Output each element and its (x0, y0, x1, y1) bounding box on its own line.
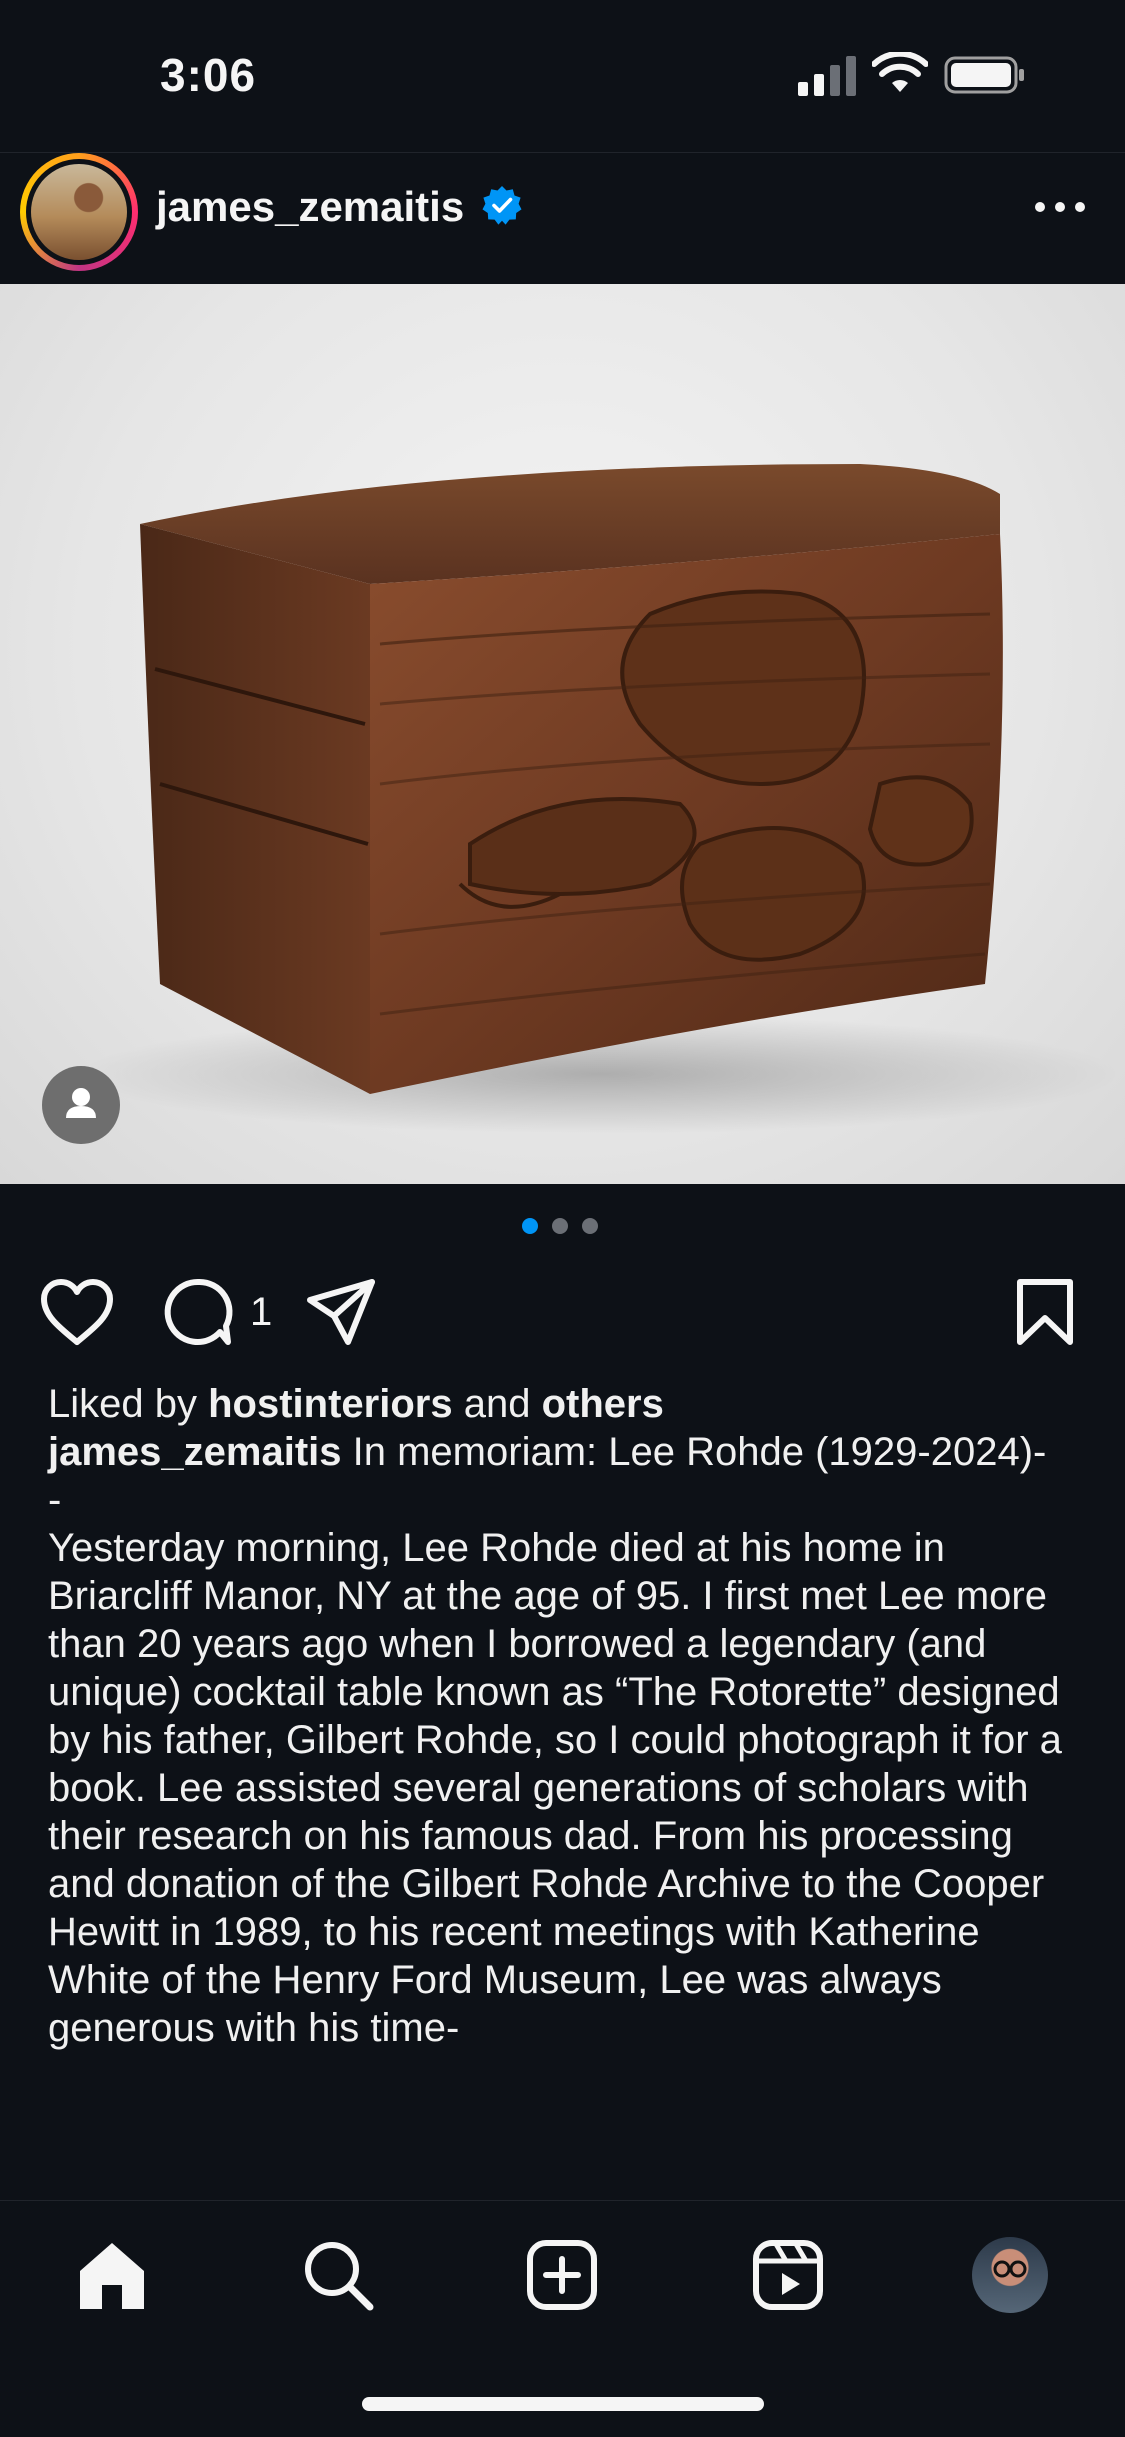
bottom-tab-bar (0, 2200, 1125, 2437)
carousel-dot (552, 1218, 568, 1234)
tagged-people-button[interactable] (42, 1066, 120, 1144)
status-time: 3:06 (160, 49, 257, 101)
liked-by-prefix: Liked by (48, 1382, 197, 1426)
liked-by-others[interactable]: others (542, 1382, 664, 1426)
comment-icon[interactable] (162, 1276, 234, 1348)
share-icon[interactable] (306, 1278, 376, 1348)
author-avatar[interactable] (20, 153, 138, 271)
bookmark-icon[interactable] (1016, 1278, 1074, 1346)
profile-avatar[interactable] (972, 2237, 1048, 2313)
liked-by-line: Liked by hostinteriors and others (48, 1380, 1088, 1428)
carousel-dot-active (522, 1218, 538, 1234)
comment-count[interactable]: 1 (250, 1290, 272, 1335)
caption-body: Yesterday morning, Lee Rohde died at his… (48, 1526, 1062, 2050)
post-actions: 1 (0, 1270, 1125, 1370)
home-icon[interactable] (72, 2235, 152, 2315)
carousel-dot (582, 1218, 598, 1234)
post-caption: Liked by hostinteriors and others james_… (48, 1380, 1088, 2052)
create-icon[interactable] (522, 2235, 602, 2315)
home-indicator (362, 2397, 764, 2411)
caption-title-line: james_zemaitis In memoriam: Lee Rohde (1… (48, 1428, 1088, 1476)
reels-icon[interactable] (748, 2235, 828, 2315)
post-header: james_zemaitis (0, 152, 1125, 283)
status-bar: 3:06 (0, 0, 1125, 150)
caption-separator: - (48, 1478, 62, 1522)
glasses-icon (993, 2260, 1027, 2278)
post-image[interactable] (0, 284, 1125, 1184)
wifi-icon (872, 52, 928, 92)
post-username[interactable]: james_zemaitis (156, 183, 464, 231)
person-icon (66, 1088, 96, 1118)
wooden-chest-illustration (80, 464, 1120, 1134)
liked-by-user[interactable]: hostinteriors (208, 1382, 452, 1426)
battery-icon (944, 56, 1024, 94)
verified-icon (482, 186, 522, 225)
cellular-signal-icon (798, 56, 856, 96)
liked-by-and: and (463, 1382, 531, 1426)
search-icon[interactable] (298, 2235, 378, 2315)
caption-title: In memoriam: Lee Rohde (1929-2024)- (352, 1430, 1047, 1474)
carousel-indicator (522, 1218, 602, 1238)
caption-author[interactable]: james_zemaitis (48, 1430, 342, 1474)
more-icon[interactable] (1030, 195, 1090, 219)
heart-icon[interactable] (40, 1278, 114, 1346)
